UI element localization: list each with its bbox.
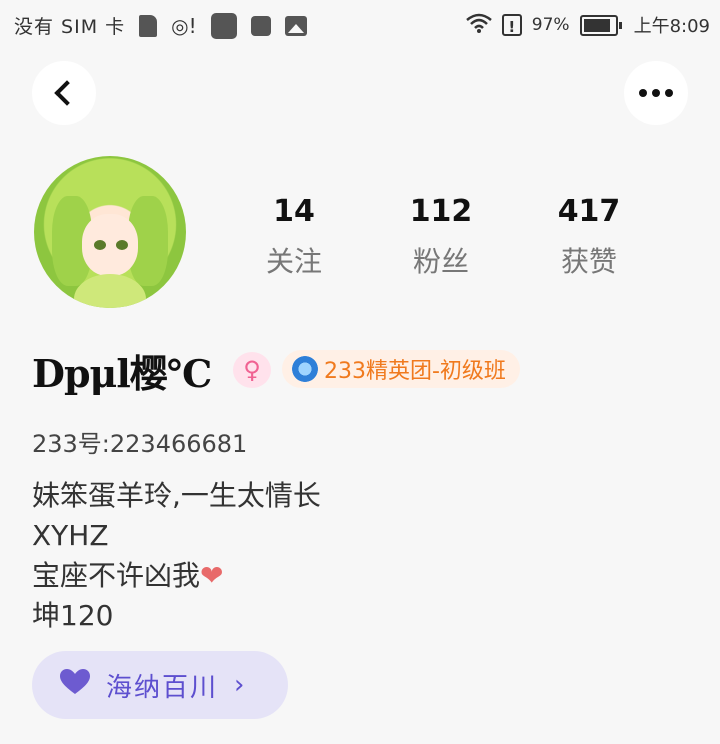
chevron-right-icon: › xyxy=(234,670,245,700)
fan-group-chip[interactable]: 海纳百川 › xyxy=(32,651,288,719)
bio-line: 妹笨蛋羊玲,一生太情长 xyxy=(32,479,321,512)
battery-icon xyxy=(579,14,622,36)
carrier-label: 没有 SIM 卡 xyxy=(14,16,126,38)
followers-stat[interactable]: 112 粉丝 xyxy=(381,192,501,284)
following-count: 14 xyxy=(273,194,315,229)
app-icon xyxy=(250,15,271,36)
username: Dpμl樱℃ xyxy=(32,351,212,396)
female-gender-icon: ♀ xyxy=(233,352,271,388)
likes-count: 417 xyxy=(557,194,621,229)
followers-label: 粉丝 xyxy=(412,245,469,278)
rank-gem-icon xyxy=(292,356,318,382)
bio-line: 宝座不许凶我❤ xyxy=(32,559,224,592)
alert-icon: ! xyxy=(501,14,522,36)
status-bar: 没有 SIM 卡 ◎! ! 97% 上午8:09 xyxy=(0,0,720,50)
following-stat[interactable]: 14 关注 xyxy=(234,192,354,284)
likes-label: 获赞 xyxy=(560,245,617,278)
likes-stat[interactable]: 417 获赞 xyxy=(529,192,649,284)
back-button[interactable] xyxy=(32,61,96,125)
battery-percent: 97% xyxy=(531,15,570,35)
rank-badge-label: 233精英团-初级班 xyxy=(324,359,506,384)
hotspot-icon: ◎! xyxy=(171,13,197,38)
wifi-icon xyxy=(465,13,492,38)
bio: 妹笨蛋羊玲,一生太情长 XYHZ 宝座不许凶我❤ 坤120 xyxy=(32,476,321,636)
sim-card-icon xyxy=(139,14,158,37)
followers-count: 112 xyxy=(409,194,473,229)
image-icon xyxy=(284,15,307,36)
heart-emoji-icon: ❤ xyxy=(200,559,224,592)
profile-page: 没有 SIM 卡 ◎! ! 97% 上午8:09 14 关注 112 粉丝 41… xyxy=(0,0,720,744)
clock: 上午8:09 xyxy=(633,16,710,37)
more-button[interactable] xyxy=(624,61,688,125)
bio-line: 坤120 xyxy=(32,599,114,632)
back-chevron-icon xyxy=(54,80,80,106)
user-id: 233号:223466681 xyxy=(32,430,248,458)
app-icon xyxy=(210,12,237,39)
heart-icon xyxy=(60,668,90,702)
more-dots-icon xyxy=(639,89,673,97)
bio-line: XYHZ xyxy=(32,519,109,552)
rank-badge[interactable]: 233精英团-初级班 xyxy=(282,350,520,388)
fan-group-label: 海纳百川 xyxy=(106,672,219,703)
avatar[interactable] xyxy=(34,156,186,308)
following-label: 关注 xyxy=(265,245,322,278)
